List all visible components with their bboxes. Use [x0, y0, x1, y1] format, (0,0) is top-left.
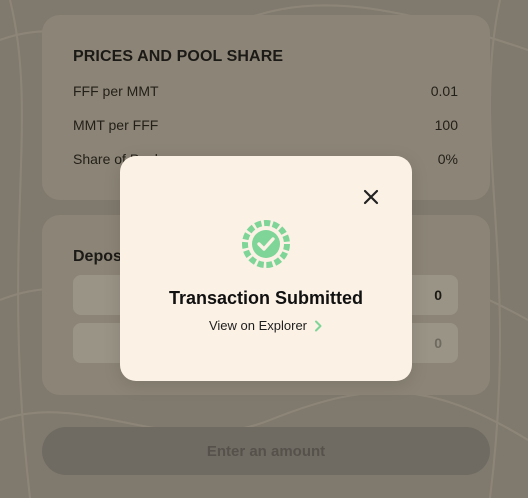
prices-title: PRICES AND POOL SHARE	[73, 48, 284, 65]
transaction-submitted-modal: Transaction Submitted View on Explorer	[120, 156, 412, 381]
share-row-value: 0%	[437, 151, 458, 167]
price-row-label: MMT per FFF	[73, 117, 159, 133]
deposit-amount-value: 0	[434, 335, 442, 351]
price-row-label: FFF per MMT	[73, 83, 159, 99]
chevron-right-icon	[315, 320, 322, 331]
close-button[interactable]	[360, 186, 382, 208]
price-row-value: 100	[434, 117, 458, 133]
price-row-value: 0.01	[430, 83, 458, 99]
explorer-link-label: View on Explorer	[208, 318, 308, 333]
close-icon	[363, 189, 379, 205]
check-circle-icon	[242, 220, 290, 268]
enter-amount-button[interactable]: Enter an amount	[42, 427, 490, 475]
view-on-explorer-link[interactable]: View on Explorer	[120, 318, 412, 333]
deposit-amount-value: 0	[434, 287, 442, 303]
modal-title: Transaction Submitted	[168, 288, 364, 308]
